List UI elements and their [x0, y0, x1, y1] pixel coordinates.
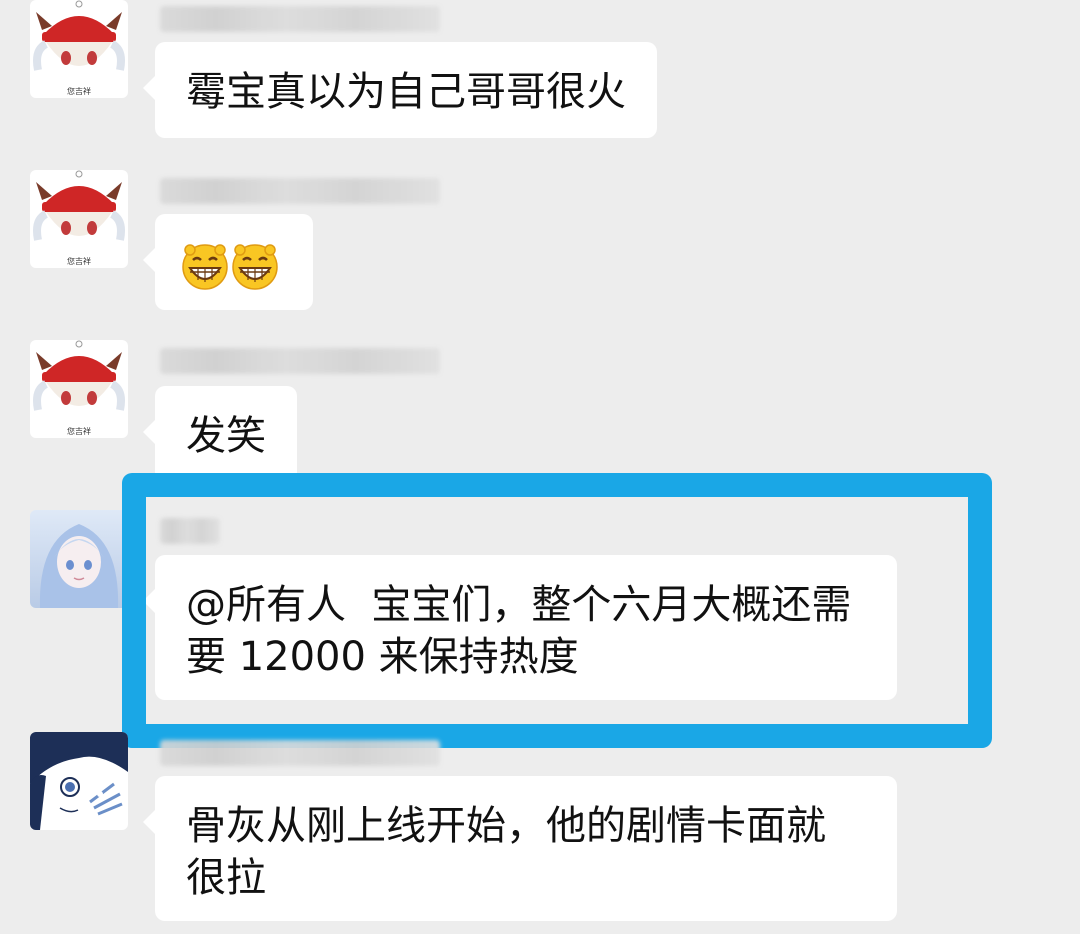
message-text-line: 骨灰从刚上线开始，他的剧情卡面就: [186, 803, 826, 849]
grin-emoji-icon: [232, 244, 278, 290]
message-text-line: 要 12000 来保持热度: [186, 634, 579, 680]
message-bubble[interactable]: @所有人 宝宝们，整个六月大概还需 要 12000 来保持热度: [143, 555, 897, 700]
message-text-line: 很拉: [186, 855, 266, 901]
red-hat-character-avatar[interactable]: 您吉祥: [30, 0, 128, 98]
sender-name-blurred: [160, 348, 440, 374]
avatar-caption: 您吉祥: [67, 256, 91, 266]
message-bubble[interactable]: 发笑: [143, 386, 297, 482]
sender-name-blurred: [160, 740, 440, 766]
manga-character-avatar[interactable]: [30, 732, 128, 830]
red-hat-character-avatar[interactable]: 您吉祥: [30, 340, 128, 438]
message-text-line: @所有人 宝宝们，整个六月大概还需: [186, 582, 852, 628]
red-hat-character-avatar[interactable]: 您吉祥: [30, 170, 128, 268]
avatar-caption: 您吉祥: [67, 86, 91, 96]
sender-name-blurred: [160, 178, 440, 204]
sender-name-blurred: [160, 518, 220, 544]
message-text: 霉宝真以为自己哥哥很火: [186, 69, 626, 115]
message-bubble[interactable]: 霉宝真以为自己哥哥很火: [143, 42, 657, 138]
grin-emoji-icon: [182, 244, 228, 290]
sender-name-blurred: [160, 6, 440, 32]
anime-girl-avatar[interactable]: [30, 510, 128, 608]
message-bubble[interactable]: 骨灰从刚上线开始，他的剧情卡面就 很拉: [143, 776, 897, 921]
message-bubble[interactable]: [143, 214, 313, 310]
avatar-caption: 您吉祥: [67, 426, 91, 436]
message-text: 发笑: [186, 413, 266, 459]
